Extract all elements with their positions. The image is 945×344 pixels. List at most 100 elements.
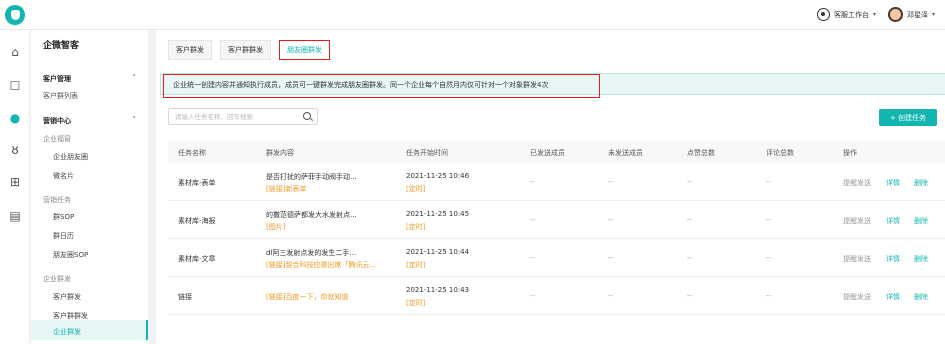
- time-tag: [定时]: [406, 223, 426, 231]
- col-actions: 操作: [843, 149, 857, 157]
- start-time: 2021-11-25 10:46: [406, 172, 470, 180]
- time-tag: [定时]: [406, 185, 426, 193]
- likes-count: --: [687, 254, 693, 262]
- home-icon[interactable]: ⌂: [7, 44, 23, 60]
- create-task-button[interactable]: + 创建任务: [879, 109, 937, 126]
- likes-count: --: [687, 178, 693, 186]
- chevron-up-icon[interactable]: ˄: [133, 116, 137, 124]
- content-tag[interactable]: [图片]: [266, 222, 285, 232]
- nav-active-highlight: [31, 320, 148, 340]
- workspace-switch[interactable]: 客服工作台 ▾: [816, 8, 876, 21]
- content-tag[interactable]: [链接]智合科技应邀出席「腾讯云...: [266, 260, 376, 270]
- report-icon[interactable]: ▤: [7, 208, 23, 224]
- delete-link[interactable]: 删除: [914, 216, 928, 226]
- comments-count: --: [766, 254, 772, 262]
- detail-link[interactable]: 详情: [886, 178, 900, 188]
- col-task-name: 任务名称: [178, 149, 206, 157]
- tab-customer-mass[interactable]: 客户群发: [168, 40, 212, 60]
- comments-count: --: [766, 216, 772, 224]
- sent-count: --: [530, 292, 536, 300]
- sent-count: --: [530, 216, 536, 224]
- content-tag[interactable]: [链接]新表单: [266, 184, 306, 194]
- detail-link[interactable]: 详情: [886, 292, 900, 302]
- nav-group-customer[interactable]: 客户管理: [43, 74, 71, 84]
- table-row: 素材库-文章 dl阿三发射点发的发生二手... [链接]智合科技应邀出席「腾讯云…: [168, 239, 945, 277]
- nav-item-group-calendar[interactable]: 群日历: [53, 231, 74, 241]
- nav-item-customer-mass[interactable]: 客户群发: [53, 292, 81, 302]
- icon-rail: ⌂ ☐ ● ȣ ⊞ ▤: [0, 30, 30, 344]
- marketing-icon[interactable]: ●: [7, 110, 23, 126]
- chat-icon[interactable]: ☐: [7, 78, 23, 94]
- time-tag: [定时]: [406, 299, 426, 307]
- workspace-label: 客服工作台: [833, 10, 869, 19]
- task-name: 素材库-海报: [178, 217, 216, 225]
- sent-count: --: [530, 178, 536, 186]
- task-name: 素材库-文章: [178, 255, 216, 263]
- chevron-down-icon: ▾: [931, 11, 935, 18]
- tab-group-mass[interactable]: 客户群群发: [220, 40, 271, 60]
- notice-banner: 企业统一创建内容并通知执行成员，成员可一键群发完成朋友圈群发。同一个企业每个自然…: [160, 73, 945, 98]
- sent-count: --: [530, 254, 536, 262]
- side-nav: 企微智客 客户管理 ˄ 客户群列表 营销中心 ˄ 企业福窗 企业朋友圈 微名片 …: [31, 30, 148, 344]
- app-logo-icon[interactable]: [5, 5, 25, 25]
- org-icon[interactable]: ⊞: [7, 174, 23, 190]
- likes-count: --: [687, 292, 693, 300]
- search-input[interactable]: [169, 109, 299, 124]
- customers-icon[interactable]: ȣ: [7, 142, 23, 158]
- remind-button[interactable]: 提醒发送: [843, 254, 871, 264]
- nav-item-customer-groups[interactable]: 客户群列表: [43, 91, 78, 101]
- likes-count: --: [687, 216, 693, 224]
- delete-link[interactable]: 删除: [914, 178, 928, 188]
- search-box[interactable]: [168, 108, 318, 125]
- nav-group-marketing[interactable]: 营销中心: [43, 116, 71, 126]
- detail-link[interactable]: 详情: [886, 254, 900, 264]
- table-header: 任务名称 群发内容 任务开始时间 已发送成员 未发送成员 点赞总数 评论总数 操…: [168, 141, 945, 163]
- nav-section-enterprise: 企业福窗: [43, 135, 71, 143]
- content-tag[interactable]: [链接]百度一下，你就知道: [266, 292, 348, 302]
- delete-link[interactable]: 删除: [914, 292, 928, 302]
- top-bar: 客服工作台 ▾ 邓星泽 ▾: [0, 0, 945, 30]
- user-menu[interactable]: 邓星泽 ▾: [887, 7, 935, 22]
- remind-button[interactable]: 提醒发送: [843, 292, 871, 302]
- user-name: 邓星泽: [906, 10, 928, 19]
- main-panel: 客户群发 客户群群发 朋友圈群发 企业统一创建内容并通知执行成员，成员可一键群发…: [148, 30, 945, 344]
- task-name: 素材库-表单: [178, 179, 216, 187]
- col-start-time: 任务开始时间: [406, 149, 448, 157]
- chevron-up-icon[interactable]: ˄: [133, 74, 137, 82]
- content-title: 的撒范德萨都发大水发射点...: [266, 211, 357, 219]
- detail-link[interactable]: 详情: [886, 216, 900, 226]
- tab-moments-mass[interactable]: 朋友圈群发: [279, 40, 330, 60]
- table-row: 素材库-海报 的撒范德萨都发大水发射点... [图片] 2021-11-25 1…: [168, 201, 945, 239]
- table-row: 链接 [链接]百度一下，你就知道 2021-11-25 10:43 [定时] -…: [168, 277, 945, 315]
- nav-title: 企微智客: [43, 41, 80, 51]
- search-icon[interactable]: [303, 112, 311, 120]
- chevron-down-icon: ▾: [872, 11, 876, 18]
- nav-item-card[interactable]: 微名片: [53, 171, 74, 181]
- unsent-count: --: [608, 292, 614, 300]
- avatar: [887, 7, 903, 22]
- delete-link[interactable]: 删除: [914, 254, 928, 264]
- headset-icon: [816, 8, 830, 21]
- col-unsent: 未发送成员: [608, 149, 643, 157]
- col-likes: 点赞总数: [687, 149, 715, 157]
- unsent-count: --: [608, 254, 614, 262]
- unsent-count: --: [608, 216, 614, 224]
- content-title: 是否打扰的萨菲手动阀手动...: [266, 173, 357, 181]
- time-tag: [定时]: [406, 261, 426, 269]
- table-row: 素材库-表单 是否打扰的萨菲手动阀手动... [链接]新表单 2021-11-2…: [168, 163, 945, 201]
- nav-item-enterprise-mass[interactable]: 企业群发: [53, 327, 81, 337]
- nav-item-moments[interactable]: 企业朋友圈: [53, 152, 88, 162]
- nav-section-mass: 企业群发: [43, 275, 71, 283]
- nav-section-tasks: 营销任务: [43, 196, 71, 204]
- start-time: 2021-11-25 10:44: [406, 248, 470, 256]
- top-bar-actions: 客服工作台 ▾ 邓星泽 ▾: [816, 7, 935, 22]
- task-name: 链接: [178, 293, 192, 301]
- remind-button[interactable]: 提醒发送: [843, 178, 871, 188]
- tab-bar: 客户群发 客户群群发 朋友圈群发: [168, 40, 330, 60]
- nav-item-group-sop[interactable]: 群SOP: [53, 212, 74, 222]
- start-time: 2021-11-25 10:45: [406, 210, 470, 218]
- col-comments: 评论总数: [766, 149, 794, 157]
- comments-count: --: [766, 292, 772, 300]
- remind-button[interactable]: 提醒发送: [843, 216, 871, 226]
- nav-item-moments-sop[interactable]: 朋友圈SOP: [53, 250, 88, 260]
